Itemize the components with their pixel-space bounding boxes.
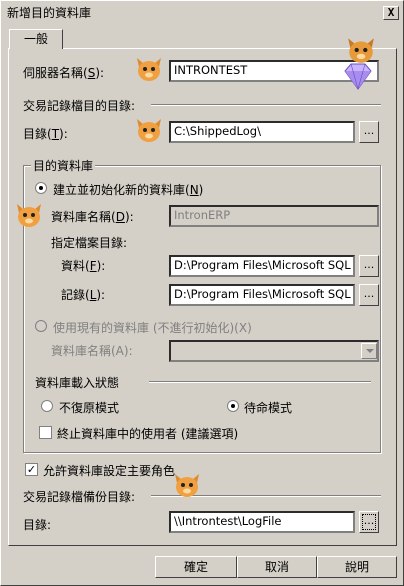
log-label: 記錄(L): <box>61 288 106 302</box>
dir1-field[interactable]: C:\ShippedLog\ <box>169 121 355 143</box>
title-bar: 新增目的資料庫 X <box>3 3 401 21</box>
chevron-down-icon[interactable] <box>361 343 377 359</box>
no-recovery-label: 不復原模式 <box>59 401 120 415</box>
dir2-browse-button[interactable]: ... <box>359 511 379 533</box>
use-existing-label: 使用現有的資料庫 (不進行初始化)(X) <box>53 321 252 335</box>
divider <box>151 104 381 106</box>
terminate-users-label: 終止資料庫中的使用者 (建議選項) <box>57 427 239 441</box>
dir2-field[interactable]: \\Introntest\LogFile <box>169 511 355 533</box>
server-label: 伺服器名稱(S): <box>23 66 105 80</box>
existing-db-combo[interactable] <box>169 340 379 362</box>
db-name-field[interactable]: IntronERP <box>169 205 379 227</box>
dir2-label: 目錄: <box>23 518 52 532</box>
allow-primary-checkbox[interactable]: ✓ <box>25 463 38 476</box>
no-recovery-radio[interactable] <box>41 400 53 412</box>
standby-label: 待命模式 <box>244 401 293 415</box>
dest-db-group-title: 目的資料庫 <box>31 157 96 174</box>
cat-mascot-icon <box>175 474 199 497</box>
divider <box>149 381 371 383</box>
load-state-title: 資料庫載入狀態 <box>35 376 120 390</box>
tab-general[interactable]: 一般 <box>9 29 63 49</box>
data-label: 資料(F): <box>61 259 106 273</box>
cat-mascot-icon <box>137 58 161 81</box>
ok-button[interactable]: 確定 <box>155 556 237 578</box>
standby-radio[interactable] <box>227 400 239 412</box>
dir1-label: 目錄(T): <box>23 127 68 141</box>
use-existing-radio[interactable] <box>35 320 47 332</box>
help-button[interactable]: 說明 <box>317 556 397 578</box>
create-new-label: 建立並初始化新的資料庫(N) <box>53 183 204 197</box>
close-button[interactable]: X <box>383 6 399 20</box>
backup-section-title: 交易記錄檔備份目錄: <box>23 490 136 504</box>
window-title: 新增目的資料庫 <box>7 6 92 20</box>
log-path-field[interactable]: D:\Program Files\Microsoft SQL Serve <box>169 284 355 306</box>
cat-mascot-icon <box>17 204 41 227</box>
dir1-browse-button[interactable]: ... <box>359 121 379 143</box>
diamond-icon <box>344 63 372 90</box>
cat-mascot-icon <box>137 119 161 142</box>
terminate-users-checkbox[interactable] <box>39 426 52 439</box>
data-path-field[interactable]: D:\Program Files\Microsoft SQL Serve <box>169 255 355 277</box>
data-browse-button[interactable]: ... <box>359 255 379 277</box>
cancel-button[interactable]: 取消 <box>237 556 317 578</box>
db-name-label: 資料庫名稱(D): <box>51 210 134 224</box>
log-browse-button[interactable]: ... <box>359 284 379 306</box>
create-new-radio[interactable] <box>35 182 47 194</box>
allow-primary-label: 允許資料庫設定主要角色 <box>43 464 176 478</box>
existing-name-label: 資料庫名稱(A): <box>51 344 133 358</box>
file-dir-title: 指定檔案目錄: <box>51 236 128 250</box>
log-dest-section-title: 交易記錄檔目的目錄: <box>23 99 136 113</box>
dialog-window: 新增目的資料庫 X 一般 伺服器名稱(S): INTRONTEST 交易記錄檔目… <box>0 0 404 586</box>
